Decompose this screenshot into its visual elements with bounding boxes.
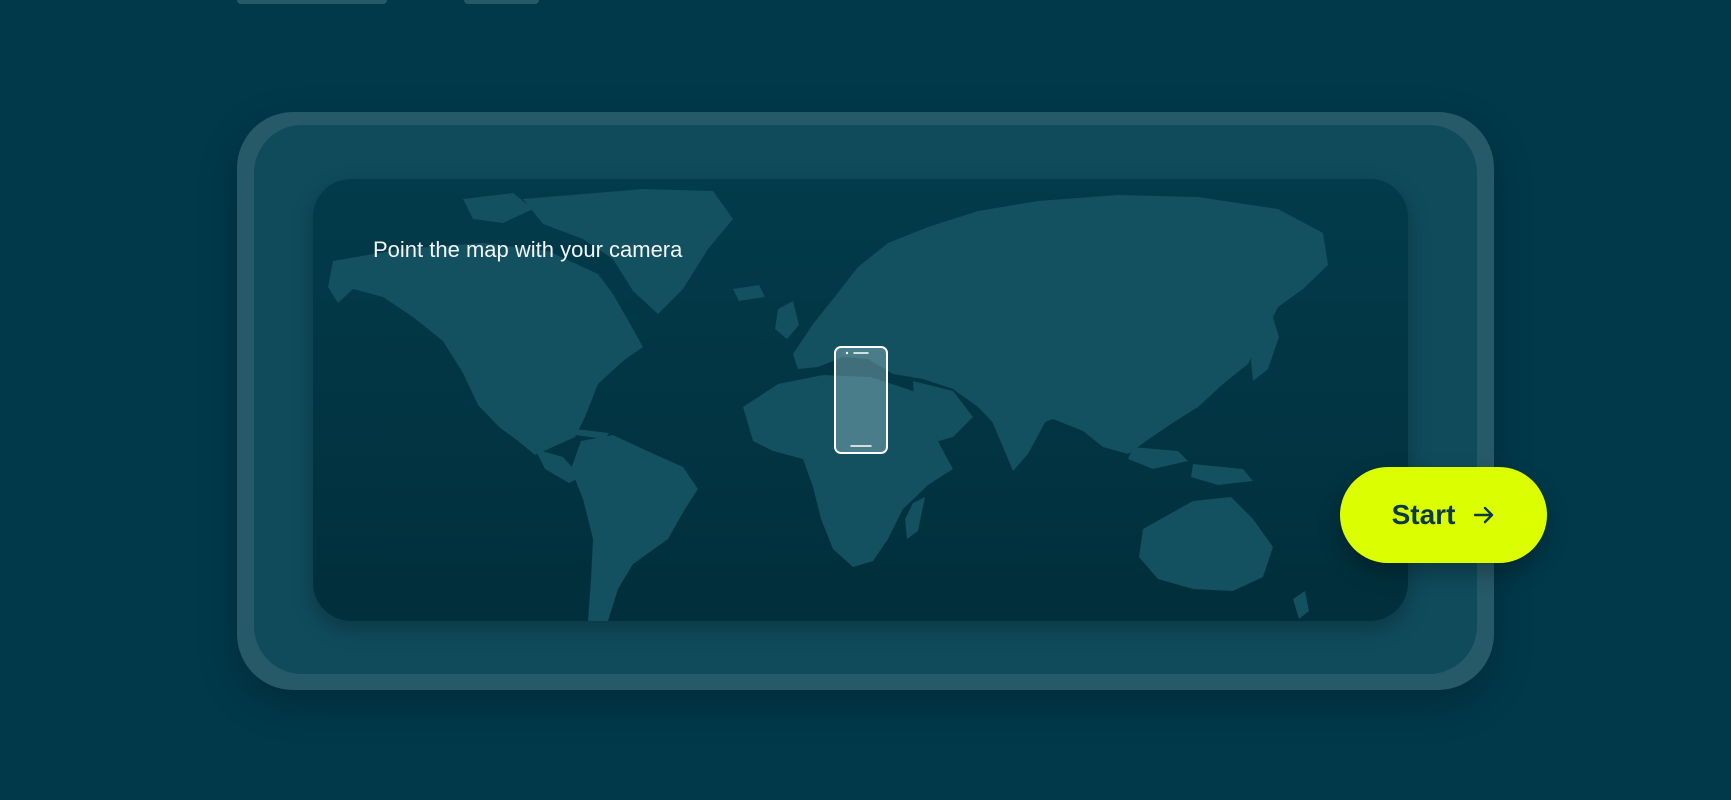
phone-icon — [834, 346, 888, 454]
instruction-text: Point the map with your camera — [373, 237, 683, 262]
map-screen: Point the map with your camera — [313, 179, 1408, 621]
device-side-button — [237, 0, 387, 4]
device-side-button — [464, 0, 539, 4]
start-button[interactable]: Start — [1340, 467, 1547, 563]
arrow-right-icon — [1473, 505, 1495, 525]
start-button-label: Start — [1391, 499, 1456, 530]
